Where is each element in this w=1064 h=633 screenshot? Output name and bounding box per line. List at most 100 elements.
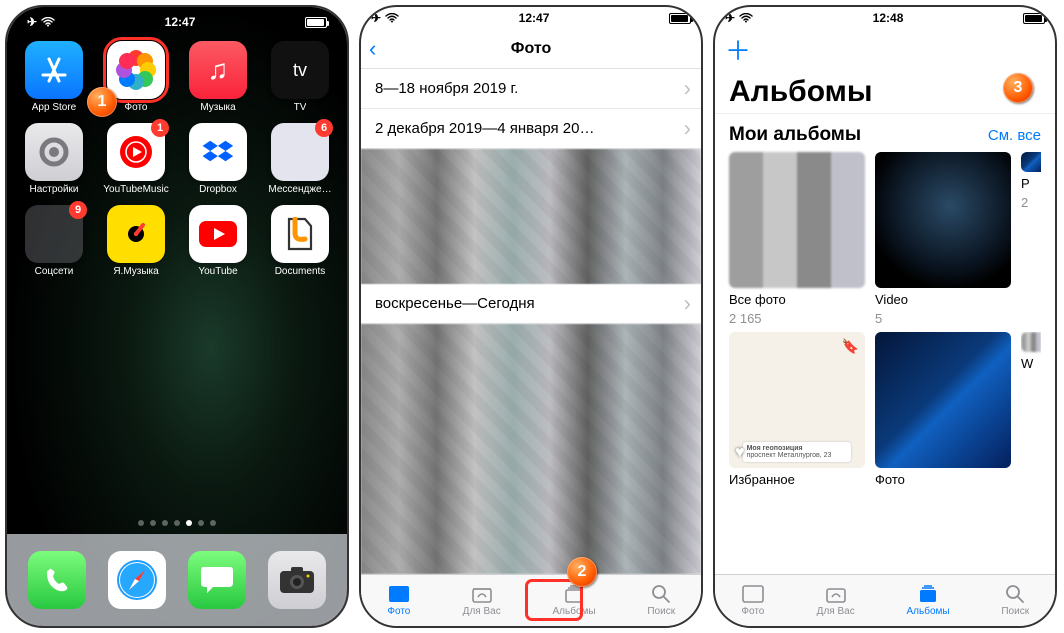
album-all-photos[interactable]: Все фото 2 165	[729, 152, 865, 326]
phone-albums-screen: ✈ 12:48 ＋ Альбомы 3 Мои альбомы См. все …	[713, 5, 1057, 628]
see-all-link[interactable]: См. все	[988, 127, 1041, 144]
app-appstore[interactable]: App Store	[17, 41, 91, 113]
battery-icon	[305, 17, 327, 28]
back-button[interactable]: ‹	[369, 36, 376, 62]
photo-thumbnails[interactable]	[361, 149, 701, 284]
album-thumbnail	[875, 332, 1011, 468]
album-favorites[interactable]: 🔖 Моя геопозиция проспект Металлургов, 2…	[729, 332, 865, 487]
map-location-card: Моя геопозиция проспект Металлургов, 23	[743, 442, 852, 462]
tab-foryou[interactable]: Для Вас	[817, 584, 855, 617]
albums-grid: Все фото 2 165 Video 5 Р 2 🔖 Моя геопози…	[715, 152, 1055, 487]
dock-camera-icon[interactable]	[268, 551, 326, 609]
tab-label: Поиск	[1001, 606, 1029, 617]
photos-tab-icon	[741, 584, 765, 604]
tab-search[interactable]: Поиск	[647, 584, 675, 617]
youtube-icon	[189, 205, 247, 263]
album-name: W	[1021, 356, 1041, 371]
album-count: 2 165	[729, 311, 865, 326]
album-peek[interactable]: W	[1021, 332, 1041, 487]
tv-icon: tv	[271, 41, 329, 99]
dock-safari-icon[interactable]	[108, 551, 166, 609]
photo-thumbnails[interactable]	[361, 324, 701, 574]
tab-albums[interactable]: Альбомы	[907, 584, 950, 617]
app-messenger-folder[interactable]: 6 Мессендже…	[263, 123, 337, 195]
album-name: Избранное	[729, 472, 865, 487]
album-thumbnail	[1021, 332, 1041, 352]
app-youtube[interactable]: YouTube	[181, 205, 255, 277]
tab-label: Альбомы	[907, 606, 950, 617]
social-folder-icon: 9	[25, 205, 83, 263]
tab-label: Для Вас	[463, 606, 501, 617]
app-label: Фото	[125, 102, 148, 113]
app-dropbox[interactable]: Dropbox	[181, 123, 255, 195]
notification-badge: 6	[315, 119, 333, 137]
app-label: App Store	[32, 102, 76, 113]
moment-row[interactable]: 2 декабря 2019—4 января 20…	[361, 109, 701, 149]
foryou-tab-icon	[470, 584, 494, 604]
add-album-button[interactable]: ＋	[725, 31, 751, 68]
moment-row[interactable]: 8—18 ноября 2019 г.	[361, 69, 701, 109]
app-label: Соцсети	[35, 266, 74, 277]
home-apps-grid: App Store Фото 1	[17, 33, 337, 277]
dock-phone-icon[interactable]	[28, 551, 86, 609]
app-label: Documents	[275, 266, 326, 277]
album-photo[interactable]: Фото	[875, 332, 1011, 487]
album-name: Video	[875, 292, 1011, 307]
tab-bar: Фото Для Вас Альбомы Поиск	[715, 574, 1055, 626]
album-peek[interactable]: Р 2	[1021, 152, 1041, 326]
notification-badge: 9	[69, 201, 87, 219]
step-indicator-2: 2	[567, 557, 597, 587]
albums-view: ＋ Альбомы 3 Мои альбомы См. все Все фото…	[715, 29, 1055, 574]
app-yandex-music[interactable]: Я.Музыка	[99, 205, 173, 277]
yandex-music-icon	[107, 205, 165, 263]
airplane-mode-icon: ✈	[371, 11, 381, 25]
section-header-my-albums: Мои альбомы См. все	[715, 113, 1055, 152]
nav-title: Фото	[511, 40, 551, 58]
dropbox-icon	[189, 123, 247, 181]
app-label: YouTubeMusic	[103, 184, 168, 195]
page-indicator[interactable]	[138, 512, 216, 534]
tab-photos[interactable]: Фото	[387, 584, 411, 617]
status-bar: ✈ 12:47	[17, 11, 337, 33]
album-count: 2	[1021, 195, 1041, 210]
tab-search[interactable]: Поиск	[1001, 584, 1029, 617]
album-thumbnail	[729, 152, 865, 288]
status-bar: ✈ 12:48	[715, 7, 1055, 29]
app-label: TV	[294, 102, 307, 113]
moment-row[interactable]: воскресенье—Сегодня	[361, 284, 701, 324]
app-music[interactable]: ♫ Музыка	[181, 41, 255, 113]
album-thumbnail	[875, 152, 1011, 288]
nav-bar: ＋	[715, 29, 1055, 69]
app-youtube-music[interactable]: 1 YouTubeMusic	[99, 123, 173, 195]
tab-label: Для Вас	[817, 606, 855, 617]
app-label: Dropbox	[199, 184, 237, 195]
album-name: Фото	[875, 472, 1011, 487]
tab-label: Фото	[741, 606, 764, 617]
app-settings[interactable]: Настройки	[17, 123, 91, 195]
album-thumbnail: 🔖 Моя геопозиция проспект Металлургов, 2…	[729, 332, 865, 468]
tab-foryou[interactable]: Для Вас	[463, 584, 501, 617]
app-label: Настройки	[29, 184, 78, 195]
section-title: Мои альбомы	[729, 124, 861, 146]
album-name: Р	[1021, 176, 1041, 191]
tab-photos[interactable]: Фото	[741, 584, 765, 617]
album-video[interactable]: Video 5	[875, 152, 1011, 326]
photos-icon	[107, 41, 165, 99]
wifi-icon	[385, 13, 399, 23]
app-tv[interactable]: tv TV	[263, 41, 337, 113]
dock	[7, 534, 347, 626]
photos-tab-icon	[387, 584, 411, 604]
app-photos[interactable]: Фото 1	[99, 41, 173, 113]
app-documents[interactable]: Documents	[263, 205, 337, 277]
dock-messages-icon[interactable]	[188, 551, 246, 609]
favorite-heart-icon: ♥	[735, 444, 745, 462]
wifi-icon	[41, 17, 55, 27]
app-label: Музыка	[200, 102, 235, 113]
airplane-mode-icon: ✈	[27, 15, 37, 29]
messenger-folder-icon: 6	[271, 123, 329, 181]
airplane-mode-icon: ✈	[725, 11, 735, 25]
settings-icon	[25, 123, 83, 181]
notification-badge: 1	[151, 119, 169, 137]
app-social-folder[interactable]: 9 Соцсети	[17, 205, 91, 277]
status-bar: ✈ 12:47	[361, 7, 701, 29]
